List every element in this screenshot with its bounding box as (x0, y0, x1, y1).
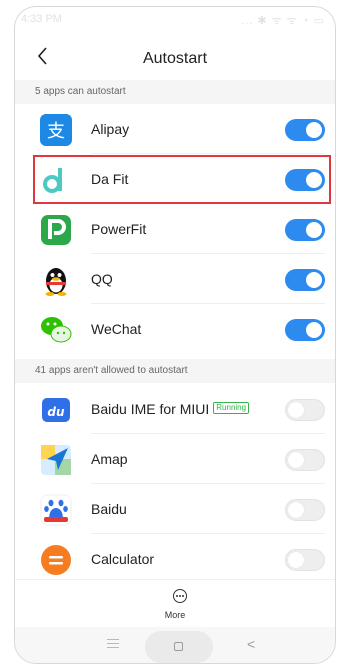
more-button-label[interactable]: More (15, 610, 335, 620)
toggle-knob (306, 222, 322, 238)
section-label-allowed: 5 apps can autostart (15, 80, 335, 104)
toggle-knob (288, 552, 304, 568)
page-title: Autostart (142, 50, 208, 67)
qq-penguin-icon (45, 268, 67, 296)
autostart-toggle-calculator[interactable] (285, 549, 325, 571)
wechat-icon (41, 317, 72, 343)
app-name: PowerFit (91, 221, 147, 237)
highlight-box (33, 155, 331, 204)
svg-text:支: 支 (47, 121, 65, 142)
toggle-knob (306, 122, 322, 138)
baidu-paw-icon (40, 494, 72, 526)
list-item-qq[interactable]: QQ (15, 254, 335, 304)
amap-icon (41, 445, 71, 475)
toggle-knob (306, 322, 322, 338)
autostart-toggle-powerfit[interactable] (285, 219, 325, 241)
list-item-amap[interactable]: Amap (15, 434, 335, 484)
list-item-baidu-ime[interactable]: du Baidu IME for MIUI Running (15, 384, 335, 434)
app-name: Baidu IME for MIUI (91, 401, 210, 417)
app-name: QQ (91, 271, 113, 287)
dot (182, 595, 184, 597)
toggle-knob (288, 402, 304, 418)
autostart-toggle-qq[interactable] (285, 269, 325, 291)
app-name: Calculator (91, 551, 155, 567)
baidu-ime-icon: du (42, 398, 70, 422)
status-bar: 4:33 PM ... ✱ ᯤ ᯤ ◔ ▭ (15, 7, 335, 29)
app-name: Amap (91, 451, 128, 467)
status-icons: ... ✱ ᯤ ᯤ ◔ ▭ (241, 15, 325, 27)
toggle-knob (288, 452, 304, 468)
powerfit-icon (41, 215, 71, 245)
dot (176, 595, 178, 597)
autostart-toggle-amap[interactable] (285, 449, 325, 471)
list-item-calculator[interactable]: Calculator (15, 534, 335, 584)
bottom-action-bar: More (15, 579, 335, 626)
menu-line (107, 639, 119, 640)
alipay-icon: 支 (40, 114, 72, 146)
home-button[interactable] (145, 631, 213, 663)
autostart-toggle-wechat[interactable] (285, 319, 325, 341)
svg-text:du: du (47, 405, 65, 419)
home-square-icon (174, 642, 183, 651)
menu-line (107, 643, 119, 644)
list-item-baidu[interactable]: Baidu (15, 484, 335, 534)
list-item-alipay[interactable]: 支 Alipay (15, 104, 335, 154)
menu-line (107, 647, 119, 648)
autostart-toggle-baidu[interactable] (285, 499, 325, 521)
toggle-knob (306, 272, 322, 288)
status-time: 4:33 PM (21, 13, 62, 25)
toggle-knob (288, 502, 304, 518)
system-nav-bar: < (15, 627, 335, 663)
menu-icon[interactable] (107, 639, 119, 651)
app-name: WeChat (91, 321, 142, 337)
section-label-denied: 41 apps aren't allowed to autostart (15, 359, 335, 383)
more-icon[interactable] (173, 589, 187, 603)
header: Autostart (15, 35, 335, 85)
phone-screen: 4:33 PM ... ✱ ᯤ ᯤ ◔ ▭ Autostart 5 apps c… (14, 6, 336, 664)
calculator-icon (41, 545, 71, 575)
list-item-wechat[interactable]: WeChat (15, 304, 335, 354)
app-name: Alipay (91, 121, 130, 137)
app-name: Baidu (91, 501, 127, 517)
autostart-toggle-baidu-ime[interactable] (285, 399, 325, 421)
dot (179, 595, 181, 597)
app-name-with-badge: Baidu IME for MIUI Running (91, 401, 250, 417)
running-badge: Running (213, 402, 250, 415)
nav-back-icon[interactable]: < (247, 636, 255, 652)
autostart-toggle-alipay[interactable] (285, 119, 325, 141)
list-item-powerfit[interactable]: PowerFit (15, 204, 335, 254)
